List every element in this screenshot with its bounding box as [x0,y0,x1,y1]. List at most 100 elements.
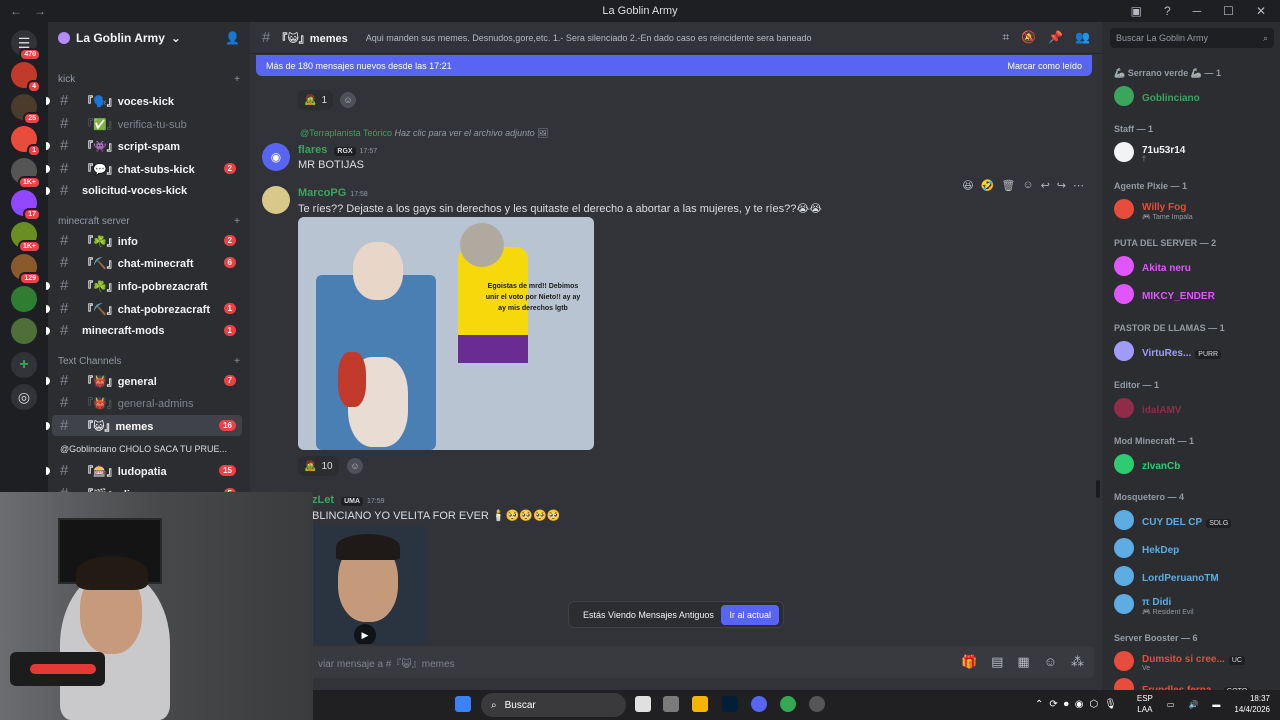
server-icon[interactable]: 17 [11,190,41,221]
add-server-button[interactable]: + [11,352,37,378]
mark-read-button[interactable]: Marcar como leído [1007,61,1082,71]
avatar[interactable] [262,186,290,214]
username[interactable]: MarcoPG [298,187,346,199]
add-channel-icon[interactable]: + [234,74,240,85]
server-icon[interactable]: 129 [11,254,41,285]
taskbar-search[interactable]: ⌕ Buscar [481,693,626,717]
channel-item[interactable]: # 『☘️』info 2 [52,230,242,251]
reaction[interactable]: 🧟 1 [298,90,334,110]
server-icon[interactable]: 1K+ [11,158,41,189]
reply-icon[interactable]: ↩ [1041,179,1050,192]
server-icon[interactable] [11,286,37,312]
message-composer[interactable]: viar mensaje a #『😺』memes 🎁 ▤ ▦ ☺ ⁂ [258,646,1094,678]
member-item[interactable]: MIKCY_ENDER [1114,280,1274,308]
emoji-icon[interactable]: ☺ [1044,654,1057,670]
channel-item[interactable]: # 『☘️』info-pobrezacraft [46,275,242,296]
scrollbar[interactable] [1096,480,1100,498]
server-icon[interactable]: 25 [11,94,41,125]
add-channel-icon[interactable]: + [234,216,240,227]
member-item[interactable]: Goblinciano [1114,82,1274,110]
app-icon[interactable] [663,696,679,712]
pin-icon[interactable]: 📌 [1048,30,1063,45]
server-icon[interactable] [11,318,37,344]
sticker-icon[interactable]: ▦ [1017,654,1029,670]
member-item[interactable]: zIvanCb [1114,450,1274,478]
member-item[interactable]: π Didi 🎮 Resident Evil [1114,590,1274,618]
add-reaction-icon[interactable]: ☺ [340,92,356,108]
mute-bell-icon[interactable]: 🔕 [1021,30,1036,45]
channel-item[interactable]: # 『👹』general-admins [52,392,242,413]
server-icon[interactable]: 4 [11,62,41,93]
channel-item[interactable]: # 『🎰』ludopatia 15 [46,460,242,481]
message-input[interactable]: viar mensaje a #『😺』memes [318,655,455,670]
reply-preview[interactable]: @Terraplanista Teórico Haz clic para ver… [300,128,549,139]
server-icon[interactable]: 1 [11,126,41,157]
channel-item[interactable]: # 『👾』script-spam [46,135,242,156]
jump-to-present-button[interactable]: Ir al actual [721,604,779,625]
member-item[interactable]: Willy Fog 🎮 Tame Impala [1114,195,1274,223]
file-explorer-icon[interactable] [692,696,708,712]
inbox-icon[interactable]: ▣ [1131,4,1142,18]
members-icon[interactable]: 👥 [1075,30,1090,45]
channel-item[interactable]: # 『⛏️』chat-minecraft 6 [52,252,242,273]
add-reaction-icon[interactable]: ☺ [1022,179,1033,191]
discord-icon[interactable] [751,696,767,712]
reaction-emoji-icon[interactable]: 🤣 [981,179,995,192]
member-item[interactable]: VirtuRes... PURR [1114,337,1274,365]
member-item[interactable]: 71u53r14 † [1114,138,1274,166]
system-tray[interactable]: ⌃⟳⏺◉⬡🎙 ESP LAA ▭ 🔊 ▬ 18:37 14/4/2026 [1035,693,1270,715]
avatar[interactable]: ◉ [262,143,290,171]
maximize-button[interactable]: ☐ [1223,4,1234,18]
channel-item[interactable]: # 『⛏️』chat-pobrezacraft 1 [46,298,242,319]
home-button[interactable]: ☰ 470 [11,30,41,61]
forward-icon[interactable]: ↪ [1057,179,1066,192]
channel-item[interactable]: # 『💬』chat-subs-kick 2 [46,158,242,179]
photoshop-icon[interactable] [722,696,738,712]
member-item[interactable]: LordPeruanoTM [1114,562,1274,590]
channel-item[interactable]: # minecraft-mods 1 [46,320,242,341]
channel-category[interactable]: minecraft server + [58,216,240,227]
reaction[interactable]: 🧟 10 [298,456,339,476]
member-item[interactable]: HekDep [1114,534,1274,562]
channel-item[interactable]: # 『🗣️』voces-kick [46,90,242,111]
channel-item[interactable]: # 『👹』general 7 [46,370,242,391]
search-input[interactable]: Buscar La Goblin Army ⌕ [1110,28,1274,48]
close-button[interactable]: ✕ [1256,4,1266,18]
thread-item[interactable]: @Goblinciano CHOLO SACA TU PRUE... [52,438,242,459]
play-icon[interactable]: ▶ [354,624,376,644]
windows-start-icon[interactable] [455,696,471,712]
more-icon[interactable]: ⋯ [1073,179,1084,192]
add-channel-icon[interactable]: + [234,356,240,367]
channel-item[interactable]: # solicitud-voces-kick [46,180,242,201]
channel-item[interactable]: # 『😺』memes 16 [46,415,242,436]
apps-icon[interactable]: ⁂ [1071,654,1084,670]
channel-item[interactable]: # 『✅』verifica-tu-sub [52,113,242,134]
add-reaction-icon[interactable]: ☺ [347,458,363,474]
server-header[interactable]: La Goblin Army ⌄ 👤 [48,22,250,54]
minimize-button[interactable]: ─ [1193,4,1202,18]
member-item[interactable]: CUY DEL CP SDLG [1114,506,1274,534]
username[interactable]: flares [298,144,327,156]
member-item[interactable]: Dumsito si cree... UC Ve [1114,647,1274,675]
channel-topic[interactable]: Aqui manden sus memes. Desnudos,gore,etc… [366,33,812,43]
chrome-icon[interactable] [780,696,796,712]
meme-image[interactable]: Egoistas de mrd!! Debimos unir el voto p… [298,217,594,450]
app-icon[interactable] [809,696,825,712]
new-messages-bar[interactable]: Más de 180 mensajes nuevos desde las 17:… [256,55,1092,76]
explore-icon[interactable]: ◎ [11,384,37,410]
reaction-emoji-icon[interactable]: 😆 [962,179,973,192]
task-view-icon[interactable] [635,696,651,712]
channel-category[interactable]: Text Channels + [58,356,240,367]
member-item[interactable]: Akita neru [1114,252,1274,280]
help-icon[interactable]: ? [1164,4,1171,18]
video-embed[interactable]: ▶ [312,526,428,644]
gif-icon[interactable]: ▤ [991,654,1003,670]
reaction-emoji-icon[interactable]: 🗑 [1001,179,1015,192]
channel-category[interactable]: kick + [58,74,240,85]
gift-icon[interactable]: 🎁 [961,654,977,670]
server-icon[interactable]: 1K+ [11,222,41,253]
add-member-icon[interactable]: 👤 [225,31,240,45]
member-item[interactable]: idalAMV [1114,394,1274,422]
username[interactable]: zLet [312,494,334,506]
threads-icon[interactable]: ⌗ [1002,30,1009,45]
